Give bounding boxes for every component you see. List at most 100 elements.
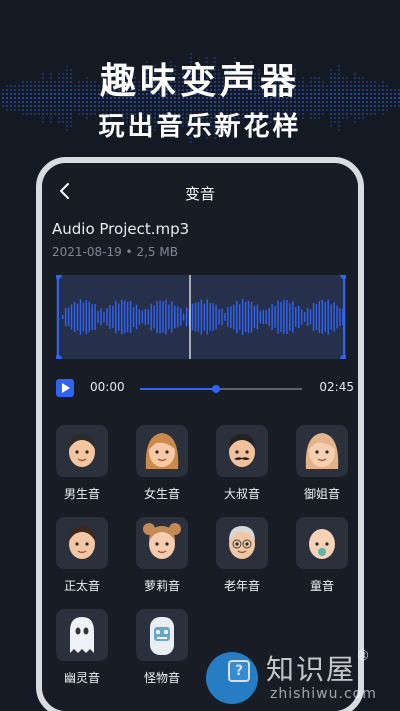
voice-tile[interactable] [136,609,188,661]
voice-tile[interactable] [296,517,348,569]
voice-tile[interactable] [296,425,348,477]
selection-dot-right [340,355,346,359]
waveform-bar [330,304,332,330]
progress-track[interactable] [140,385,302,393]
waveform-bar [79,299,82,335]
duration: 02:45 [319,380,354,394]
waveform-bar [274,306,276,328]
voice-option-6[interactable]: 萝莉音 [132,517,192,594]
waveform-bar [191,303,194,331]
waveform-bar [91,304,93,330]
waveform-bar [206,299,208,335]
waveform-bar [221,308,223,326]
waveform-bar [224,313,226,321]
waveform-bar [318,301,321,333]
waveform-bar [336,305,338,329]
voice-option-5[interactable]: 正太音 [52,517,112,594]
voice-tile[interactable] [56,517,108,569]
voice-label: 老年音 [223,579,260,593]
waveform-bar [162,301,164,333]
waveform-bar [123,300,126,334]
waveform-bar [144,309,146,325]
waveform-bar [262,309,264,325]
voice-option-10[interactable]: 怪物音 [132,609,192,686]
audio-player: 00:00 02:45 [54,377,354,401]
waveform-bar [153,305,155,329]
voice-tile[interactable] [136,517,188,569]
voice-option-2[interactable]: 女生音 [132,425,192,502]
waveform-bar [239,304,241,330]
waveform-bar [168,304,170,330]
waveform-bar [265,310,267,324]
voice-tile[interactable] [136,425,188,477]
voice-label: 怪物音 [143,671,180,685]
voice-tile[interactable] [56,425,108,477]
waveform-bar [174,305,176,329]
voice-tile[interactable] [56,609,108,661]
ghost-icon [70,617,94,653]
progress-fill [140,388,217,390]
waveform-bar [215,304,217,330]
voice-option-1[interactable]: 男生音 [52,425,112,502]
waveform-bar [171,301,173,333]
waveform-bar [300,309,303,325]
old-man-face-icon [229,526,255,559]
page-title: 变音 [184,185,215,203]
waveform-bar [76,303,79,331]
waveform-bar [100,308,102,326]
audio-waveform[interactable] [56,275,346,359]
waveform-bar [135,304,138,330]
waveform-bar [73,301,76,333]
waveform-bar [150,303,152,331]
watermark-url: zhishiwu.com [270,686,377,702]
waveform-bar [165,299,167,335]
waveform-bar [309,309,312,325]
phone-frame: 变音 Audio Project.mp3 2021-08-19 • 2,5 MB… [36,157,364,711]
voice-label: 大叔音 [223,487,260,501]
waveform-bar [200,299,203,335]
voice-option-4[interactable]: 御姐音 [292,425,352,502]
voice-option-9[interactable]: 幽灵音 [52,609,112,686]
waveform-bar [129,301,132,333]
watermark: ? 知识屋® zhishiwu.com [200,646,400,706]
waveform-bar [289,303,291,331]
waveform-bar [85,300,87,334]
nav-bar: 变音 [42,173,358,209]
waveform-bar [250,301,253,333]
waveform-bar [286,300,288,334]
voice-option-7[interactable]: 老年音 [212,517,272,594]
waveform-bar [303,312,306,322]
waveform-bar [141,310,144,324]
waveform-bar [271,303,273,331]
waveform-bar [321,300,323,334]
file-meta: 2021-08-19 • 2,5 MB [52,245,178,259]
voice-tile[interactable] [216,517,268,569]
girl-face-icon [143,523,181,559]
monster-icon [150,617,174,655]
waveform-bar [292,301,294,333]
app-screen: 变音 Audio Project.mp3 2021-08-19 • 2,5 MB… [42,163,358,711]
voice-option-8[interactable]: 童音 [292,517,352,594]
progress-thumb[interactable] [212,385,221,393]
waveform-bar [180,308,182,326]
waveform-bar [147,309,149,325]
question-monitor-icon: ? [206,652,258,704]
voice-tile[interactable] [216,425,268,477]
waveform-bar [138,309,141,325]
voice-label: 童音 [309,579,334,593]
waveform-bar [88,301,90,333]
play-button[interactable] [56,379,74,397]
voice-option-3[interactable]: 大叔音 [212,425,272,502]
voice-label: 正太音 [63,579,100,593]
waveform-bar [218,309,220,325]
waveform-bar [268,308,270,326]
waveform-bar [197,302,200,332]
waveform-bar [182,313,185,321]
waveform-bar [280,302,282,332]
waveform-bar [70,304,73,330]
waveform-editor[interactable] [56,275,346,359]
boy-face-icon [69,526,95,559]
waveform-bar [203,303,205,331]
waveform-bar [212,303,214,331]
waveform-bar [112,305,114,329]
